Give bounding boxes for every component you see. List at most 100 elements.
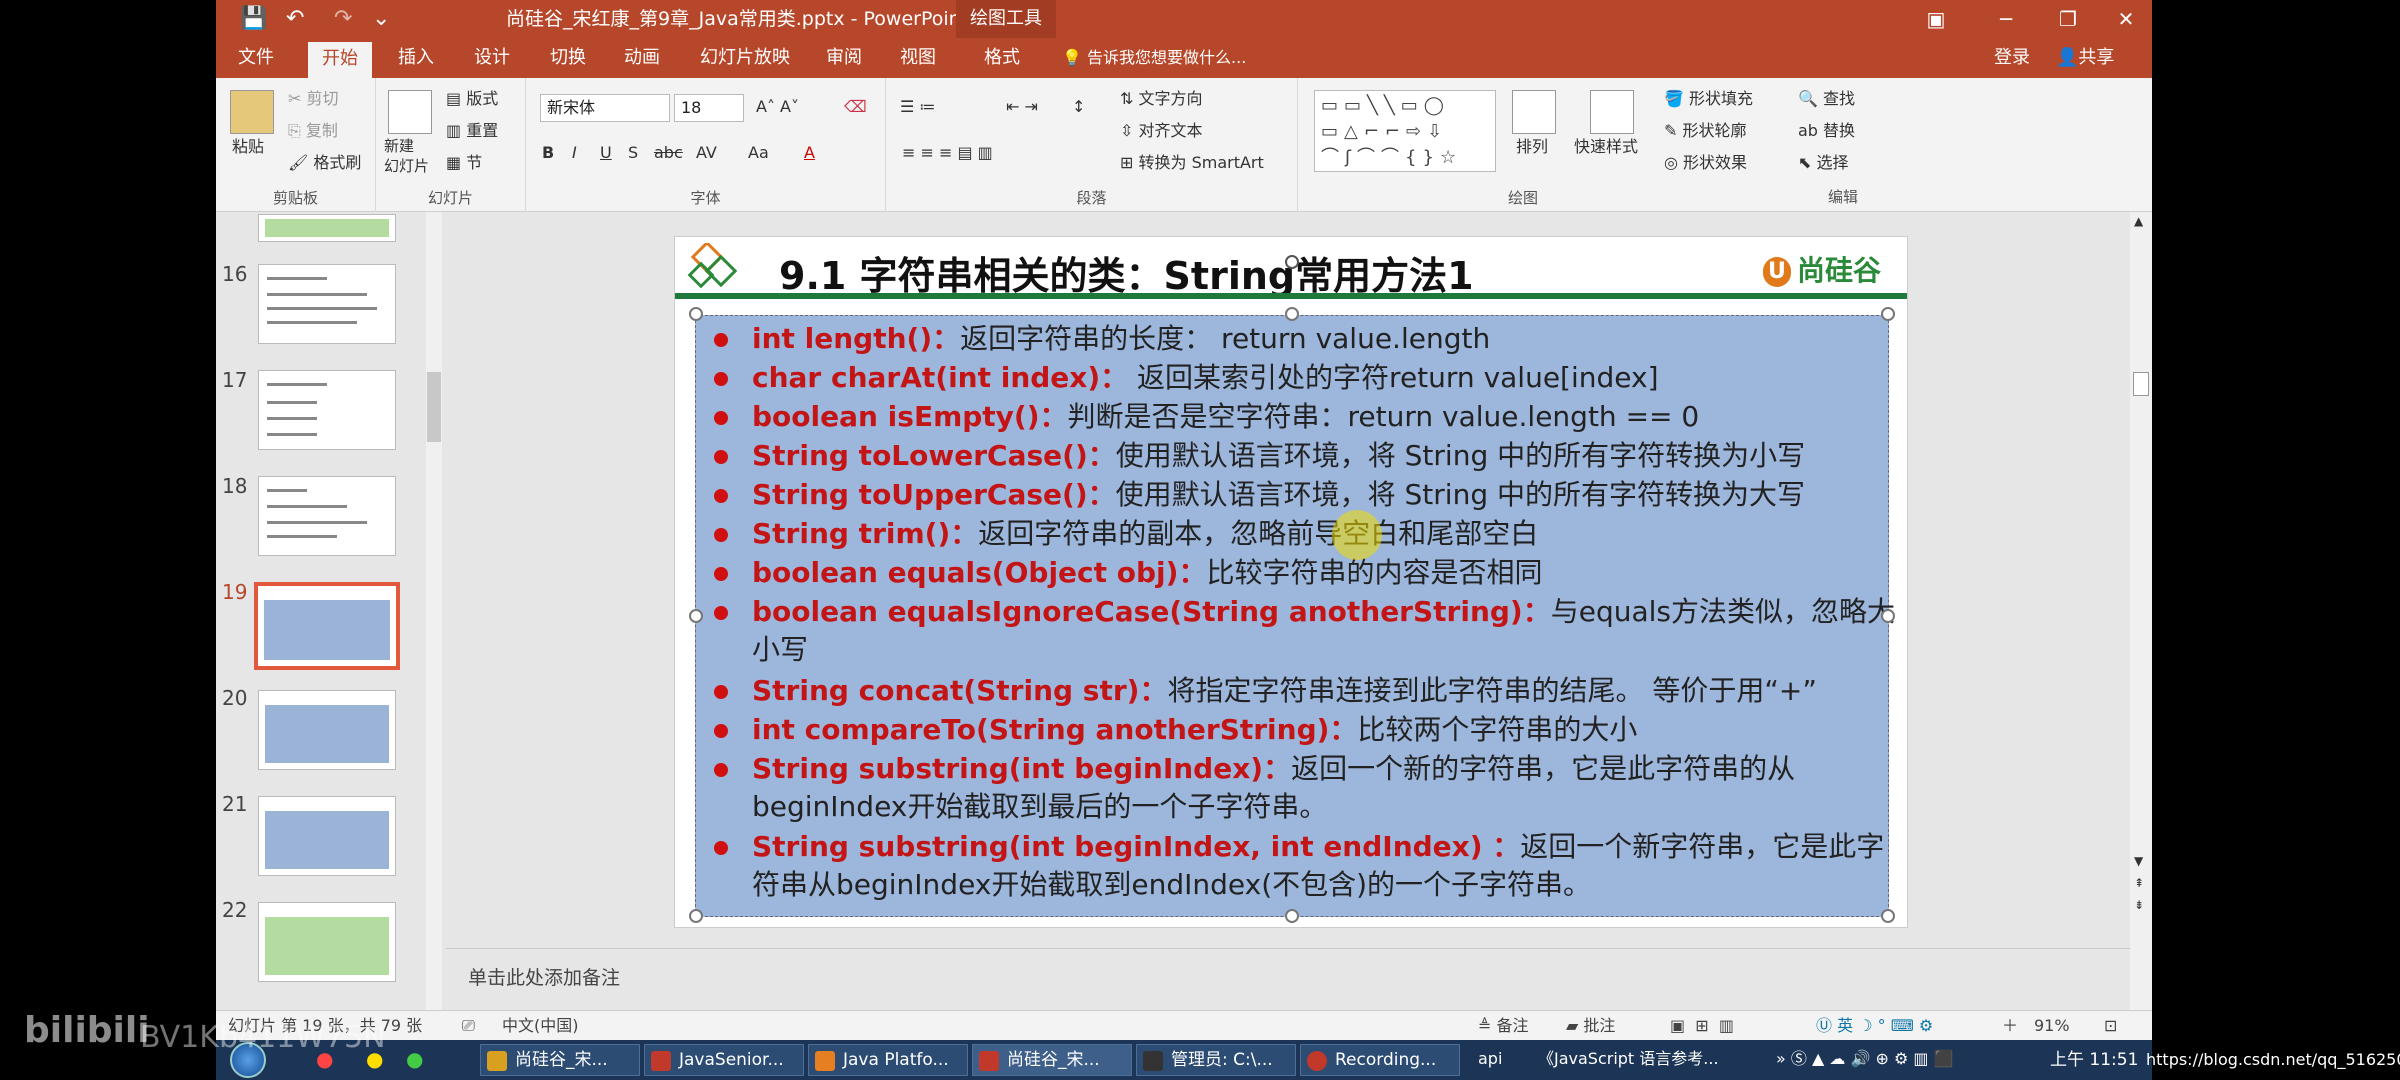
tray-icons[interactable]: » Ⓢ ▲ ☁ 🔊 ⊕ ⚙ ▥ ⬛	[1776, 1048, 1954, 1070]
resize-handle[interactable]	[1881, 909, 1895, 923]
zoom-level[interactable]: 91%	[2034, 1015, 2070, 1037]
tab-transitions[interactable]: 切换	[550, 44, 586, 72]
paste-icon[interactable]	[230, 90, 274, 134]
scrollbar-thumb[interactable]	[2133, 372, 2149, 396]
resize-handle[interactable]	[689, 909, 703, 923]
slide-thumbnail-21[interactable]	[258, 796, 396, 876]
ime-toolbar[interactable]: Ⓤ 英 ☽ ° ⌨ ⚙	[1816, 1015, 1933, 1037]
italic-button[interactable]: I	[572, 142, 577, 164]
quick-styles-icon[interactable]	[1590, 90, 1634, 134]
grow-font-icon[interactable]: A˄ A˅	[756, 96, 799, 118]
undo-icon[interactable]: ↶	[286, 4, 304, 34]
quick-styles-button[interactable]: 快速样式	[1574, 136, 1638, 158]
tab-slideshow[interactable]: 幻灯片放映	[700, 44, 790, 72]
taskbar-item[interactable]: 管理员: C:\...	[1136, 1044, 1296, 1076]
font-size-select[interactable]: 18	[674, 94, 744, 122]
slide-title[interactable]: 9.1 字符串相关的类：String常用方法1	[779, 245, 1474, 300]
tell-me-search[interactable]: 💡 告诉我您想要做什么...	[1062, 46, 1246, 70]
slide-thumbnail-partial[interactable]	[258, 214, 396, 242]
format-painter-button[interactable]: 🖌 格式刷	[288, 152, 361, 174]
new-slide-button[interactable]: 新建 幻灯片	[384, 136, 429, 176]
view-buttons[interactable]: ▣ ⊞ ▥	[1670, 1015, 1734, 1037]
line-spacing-icon[interactable]: ↕	[1072, 96, 1085, 118]
arrange-button[interactable]: 排列	[1516, 136, 1548, 158]
strikethrough-button[interactable]: abc	[654, 142, 683, 164]
tab-review[interactable]: 审阅	[826, 44, 862, 72]
scroll-up-icon[interactable]: ▲	[2134, 210, 2143, 232]
resize-handle[interactable]	[689, 307, 703, 321]
char-spacing-button[interactable]: AV	[696, 142, 717, 164]
next-slide-icon[interactable]: ⇟	[2134, 894, 2144, 916]
indent-icon[interactable]: ⇤ ⇥	[1006, 96, 1038, 118]
find-button[interactable]: 🔍 查找	[1798, 88, 1855, 110]
shape-effects-button[interactable]: ◎ 形状效果	[1664, 152, 1747, 174]
taskbar-item[interactable]: 尚硅谷_宋...	[480, 1044, 640, 1076]
taskbar-item[interactable]: Recording...	[1300, 1044, 1460, 1076]
slide-thumbnail-22[interactable]	[258, 902, 396, 982]
thumbnail-scrollbar[interactable]	[426, 212, 442, 1010]
maximize-button[interactable]: ❐	[2046, 2, 2090, 36]
section-button[interactable]: ▦ 节	[446, 152, 482, 174]
tab-home[interactable]: 开始	[308, 42, 372, 78]
scrollbar-thumb[interactable]	[427, 372, 441, 442]
align-text-button[interactable]: ⇳ 对齐文本	[1120, 120, 1203, 142]
ribbon-display-icon[interactable]: ▣	[1914, 2, 1958, 36]
share-button[interactable]: 👤共享	[2056, 46, 2114, 70]
rotate-handle[interactable]	[1285, 255, 1299, 269]
save-icon[interactable]: 💾	[240, 4, 267, 34]
taskbar-item[interactable]: Java Platfo...	[808, 1044, 968, 1076]
js-reference-item[interactable]: 《JavaScript 语言参考...	[1538, 1048, 1719, 1070]
close-button[interactable]: ✕	[2104, 2, 2148, 36]
tab-file[interactable]: 文件	[238, 44, 274, 72]
cut-button[interactable]: ✂ 剪切	[288, 88, 339, 110]
bullets-icon[interactable]: ☰ ≔	[900, 96, 935, 118]
slide-thumbnail-20[interactable]	[258, 690, 396, 770]
align-icons[interactable]: ≡ ≡ ≡ ▤ ▥	[902, 142, 993, 164]
taskbar-item-active[interactable]: 尚硅谷_宋...	[972, 1044, 1132, 1076]
slide-thumbnail-19[interactable]	[254, 582, 400, 670]
paste-button[interactable]: 粘贴	[232, 136, 264, 158]
notes-toggle[interactable]: ≜ 备注	[1478, 1015, 1529, 1037]
tab-insert[interactable]: 插入	[398, 44, 434, 72]
app-icon[interactable]: ●	[406, 1048, 423, 1070]
spellcheck-icon[interactable]: ⎚	[462, 1015, 475, 1037]
copy-button[interactable]: ⎘ 复制	[288, 120, 338, 142]
resize-handle[interactable]	[689, 609, 703, 623]
comments-toggle[interactable]: ▰ 批注	[1566, 1015, 1615, 1037]
shadow-button[interactable]: S	[628, 142, 638, 164]
resize-handle[interactable]	[1881, 307, 1895, 321]
select-button[interactable]: ⬉ 选择	[1798, 152, 1849, 174]
arrange-icon[interactable]	[1512, 90, 1556, 134]
slide-thumbnail-18[interactable]	[258, 476, 396, 556]
customize-icon[interactable]: ⌄	[372, 4, 390, 34]
change-case-button[interactable]: Aa	[748, 142, 769, 164]
slide-canvas[interactable]: 9.1 字符串相关的类：String常用方法1 U 尚硅谷 int length(…	[674, 236, 1908, 928]
resize-handle[interactable]	[1881, 609, 1895, 623]
api-link[interactable]: api	[1478, 1048, 1502, 1070]
new-slide-icon[interactable]	[388, 90, 432, 134]
taskbar-item[interactable]: JavaSenior...	[644, 1044, 804, 1076]
shape-gallery[interactable]: ▭▭╲╲▭◯ ▭△⌐⌐⇨⇩ ⌒ʃ⌒⌒{}☆	[1314, 90, 1496, 172]
tab-design[interactable]: 设计	[474, 44, 510, 72]
bullet-text-box[interactable]: int length()：返回字符串的长度： return value.leng…	[695, 315, 1895, 917]
reset-button[interactable]: ▥ 重置	[446, 120, 498, 142]
notes-placeholder[interactable]: 单击此处添加备注	[468, 963, 620, 990]
font-family-select[interactable]: 新宋体	[540, 94, 670, 122]
clear-format-icon[interactable]: ⌫	[844, 96, 867, 118]
layout-button[interactable]: ▤ 版式	[446, 88, 498, 110]
tab-view[interactable]: 视图	[900, 44, 936, 72]
slide-scrollbar[interactable]: ▲ ▼ ⇞ ⇟	[2130, 212, 2152, 1010]
notes-pane[interactable]: 单击此处添加备注	[446, 948, 2130, 1010]
bold-button[interactable]: B	[542, 142, 554, 164]
font-color-button[interactable]: A	[804, 142, 815, 164]
zoom-slider[interactable]: ＋	[2002, 1015, 2018, 1037]
replace-button[interactable]: ab 替换	[1798, 120, 1855, 142]
slide-thumbnail-17[interactable]	[258, 370, 396, 450]
tab-animations[interactable]: 动画	[624, 44, 660, 72]
scroll-down-icon[interactable]: ▼	[2134, 850, 2143, 872]
shape-fill-button[interactable]: 🪣 形状填充	[1664, 88, 1753, 110]
redo-icon[interactable]: ↷	[334, 4, 352, 34]
smartart-button[interactable]: ⊞ 转换为 SmartArt	[1120, 152, 1264, 174]
prev-slide-icon[interactable]: ⇞	[2134, 872, 2144, 894]
fit-slide-icon[interactable]: ⊡	[2104, 1015, 2117, 1037]
